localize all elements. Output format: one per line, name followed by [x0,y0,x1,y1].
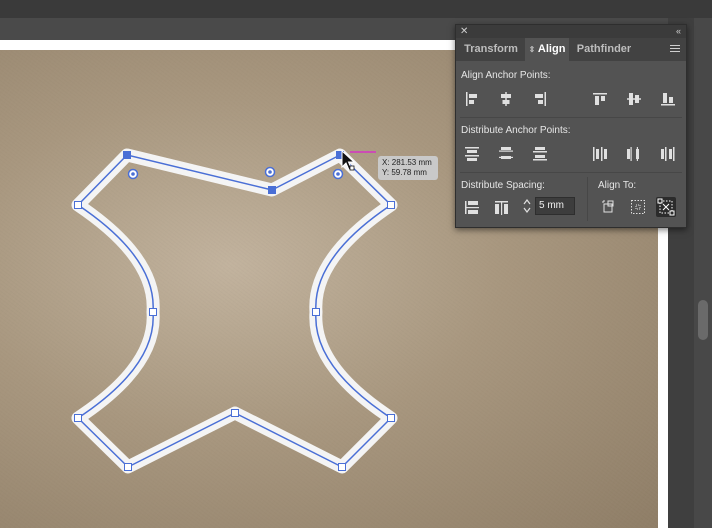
close-icon[interactable]: ✕ [460,25,468,38]
horizontal-distribute-space-icon[interactable] [492,198,512,218]
distribute-left-icon[interactable] [590,144,610,164]
anchor-point-selected[interactable] [123,151,131,159]
vertical-distribute-space-icon[interactable] [462,198,482,218]
distribute-horizontal-center-icon[interactable] [624,144,644,164]
pointer-cursor-icon [340,149,360,179]
align-right-icon[interactable] [530,89,550,109]
distribute-right-icon[interactable] [658,144,678,164]
align-to-label: Align To: [598,180,637,191]
anchor-point[interactable] [387,201,395,209]
distribute-spacing-label: Distribute Spacing: [461,180,545,191]
align-vertical-center-icon[interactable] [624,89,644,109]
distribute-top-icon[interactable] [462,144,482,164]
anchor-point[interactable] [387,414,395,422]
align-horizontal-center-icon[interactable] [496,89,516,109]
tab-pathfinder[interactable]: Pathfinder [574,38,634,61]
align-to-selection-icon[interactable] [599,197,619,217]
tab-reorder-icon: ⇕ [528,45,536,54]
tab-align[interactable]: ⇕ Align [525,38,569,61]
align-bottom-icon[interactable] [658,89,678,109]
align-top-icon[interactable] [590,89,610,109]
divider [460,117,682,118]
distribute-anchor-points-label: Distribute Anchor Points: [461,125,571,136]
anchor-point[interactable] [74,414,82,422]
tooltip-x: X: 281.53 mm [382,158,432,167]
anchor-point[interactable] [231,409,239,417]
anchor-point[interactable] [74,201,82,209]
coordinate-tooltip: X: 281.53 mm Y: 59.78 mm [378,156,438,180]
align-to-artboard-icon[interactable] [656,197,676,217]
divider-vertical [587,177,588,221]
anchor-point-selected[interactable] [268,186,276,194]
collapse-icon[interactable]: « [676,25,681,38]
panel-menu-icon[interactable] [670,45,680,54]
anchor-point[interactable] [312,308,320,316]
divider [460,172,682,173]
panel-tabs: Transform ⇕ Align Pathfinder [456,38,686,61]
tab-transform[interactable]: Transform [459,38,523,61]
panel-header: ✕ « [456,25,686,38]
spacing-input[interactable]: 5 mm [535,197,575,215]
align-left-icon[interactable] [462,89,482,109]
spacing-stepper-icon[interactable] [522,198,532,214]
anchor-point[interactable] [149,308,157,316]
align-anchor-points-label: Align Anchor Points: [461,70,551,81]
tooltip-y: Y: 59.78 mm [382,168,427,177]
shape-outline-glow [71,148,398,474]
anchor-point[interactable] [338,463,346,471]
align-to-key-object-icon[interactable] [628,197,648,217]
tab-align-label: Align [537,43,566,55]
distribute-vertical-center-icon[interactable] [496,144,516,164]
distribute-bottom-icon[interactable] [530,144,550,164]
anchor-point[interactable] [124,463,132,471]
